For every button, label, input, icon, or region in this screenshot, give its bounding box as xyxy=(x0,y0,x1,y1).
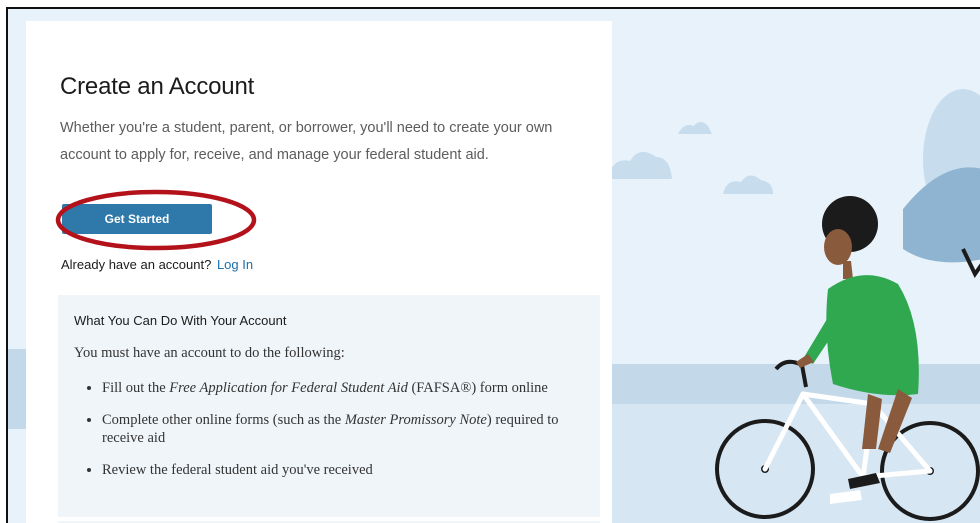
already-have-account-text: Already have an account? xyxy=(61,257,212,272)
get-started-highlight: Get Started xyxy=(52,187,262,253)
login-link[interactable]: Log In xyxy=(217,257,253,272)
list-item: Review the federal student aid you've re… xyxy=(102,461,602,479)
highlight-circle-annotation xyxy=(55,189,257,251)
browser-viewport: Create an Account Whether you're a stude… xyxy=(6,7,980,523)
login-prompt: Already have an account? Log In xyxy=(61,257,253,272)
create-account-card: Create an Account Whether you're a stude… xyxy=(26,21,612,523)
panel-title: What You Can Do With Your Account xyxy=(74,313,287,328)
list-item: Fill out the Free Application for Federa… xyxy=(102,379,602,397)
list-item: Complete other online forms (such as the… xyxy=(102,411,602,447)
panel-lead-text: You must have an account to do the follo… xyxy=(74,345,345,361)
intro-text: Whether you're a student, parent, or bor… xyxy=(60,120,553,163)
benefits-list: Fill out the Free Application for Federa… xyxy=(74,379,602,493)
page-title: Create an Account xyxy=(60,73,255,100)
account-benefits-panel: What You Can Do With Your Account You mu… xyxy=(58,295,600,517)
